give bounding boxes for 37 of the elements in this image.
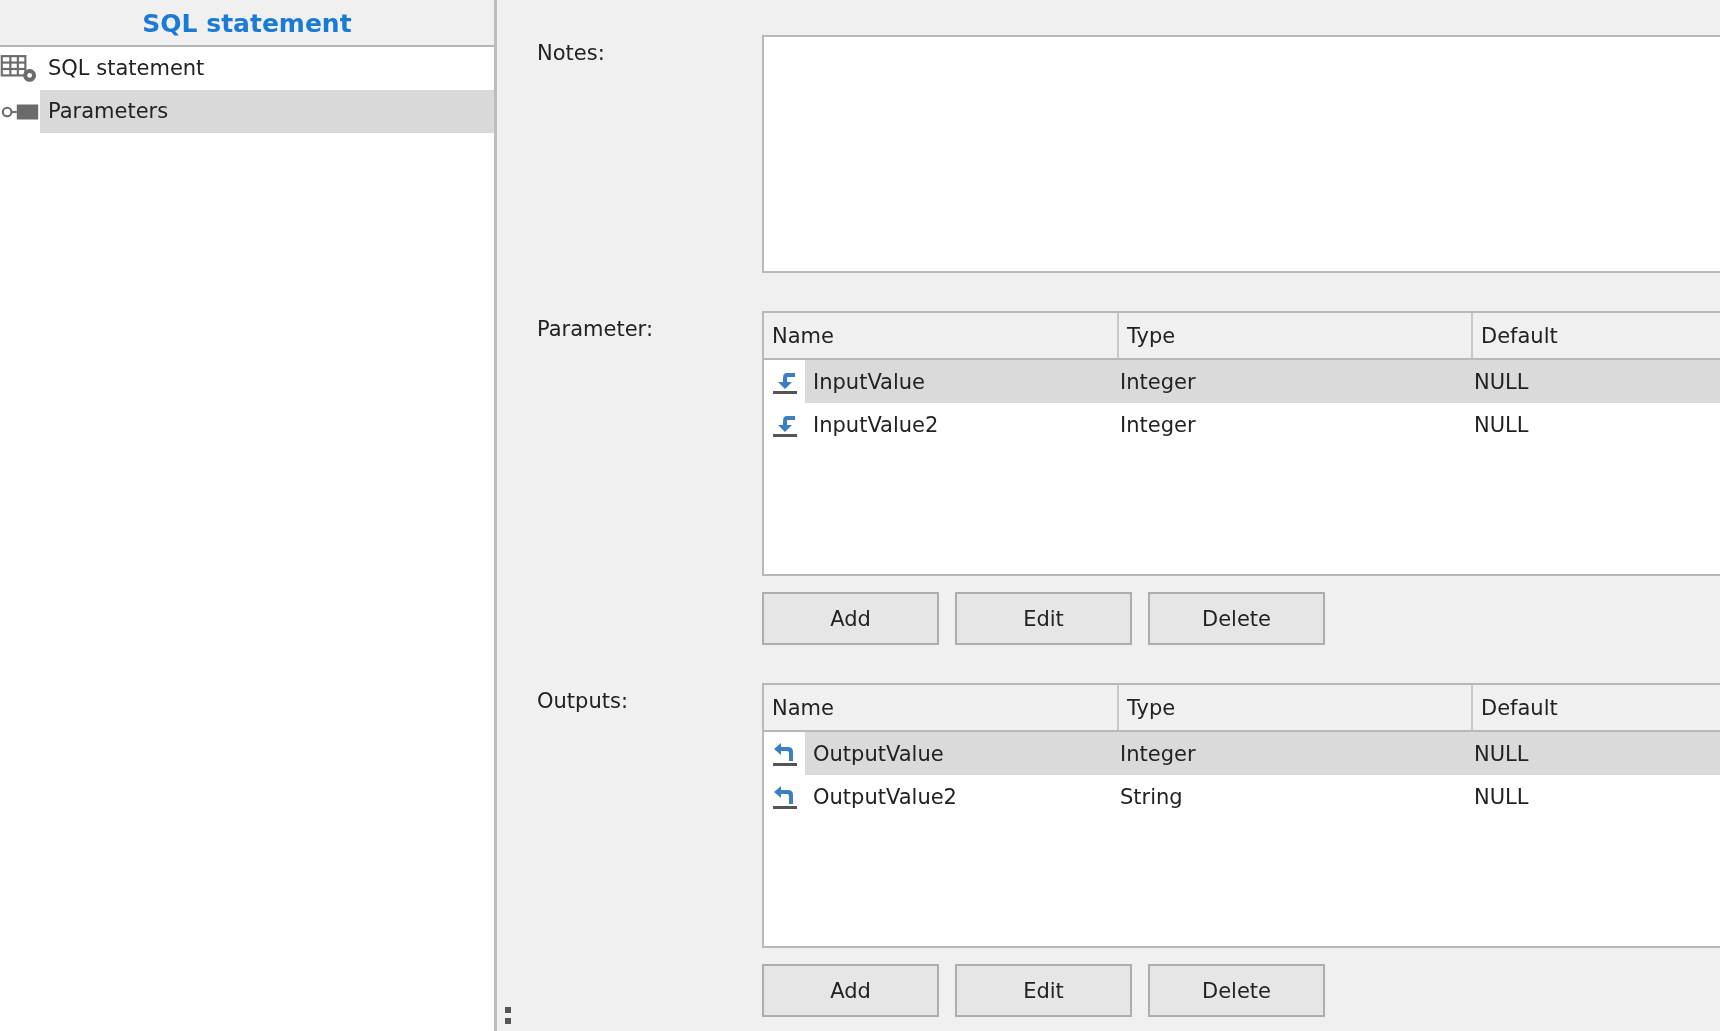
column-header[interactable]: Type	[1119, 313, 1473, 358]
column-header[interactable]: Default	[1473, 313, 1720, 358]
default-cell-text: NULL	[1473, 741, 1530, 766]
column-header[interactable]: Name	[764, 685, 1119, 730]
type-cell-text: Integer	[1119, 741, 1197, 766]
table-row[interactable]: InputValue Integer NULL	[805, 360, 1720, 403]
name-cell-text: InputValue	[812, 369, 927, 394]
name-cell-text: InputValue2	[812, 412, 940, 437]
action-button[interactable]: Add	[762, 964, 939, 1017]
default-cell-text: NULL	[1473, 369, 1530, 394]
type-cell-text: String	[1119, 784, 1184, 809]
type-cell-text: Integer	[1119, 369, 1197, 394]
table-row[interactable]: OutputValue Integer NULL	[805, 732, 1720, 775]
action-button[interactable]: Add	[762, 592, 939, 645]
default-cell-text: NULL	[1473, 784, 1530, 809]
notes-field[interactable]	[762, 35, 1720, 273]
parameters-label: Parameter:	[537, 316, 654, 343]
name-cell-text: OutputValue2	[812, 784, 958, 809]
table-row[interactable]: InputValue2 Integer NULL	[805, 403, 1720, 446]
column-header[interactable]: Type	[1119, 685, 1473, 730]
sidebar-title: SQL statement	[0, 0, 494, 47]
table-row[interactable]: OutputValue2 String NULL	[805, 775, 1720, 818]
name-cell-text: OutputValue	[812, 741, 945, 766]
action-button[interactable]: Delete	[1148, 964, 1325, 1017]
notes-label: Notes:	[537, 40, 606, 67]
tree-item[interactable]: Parameters	[40, 90, 494, 133]
column-header[interactable]: Default	[1473, 685, 1720, 730]
action-button[interactable]: Edit	[955, 592, 1132, 645]
outputs-label: Outputs:	[537, 688, 629, 715]
output-arrow-icon	[771, 783, 799, 810]
type-cell-text: Integer	[1119, 412, 1197, 437]
default-cell-text: NULL	[1473, 412, 1530, 437]
action-button[interactable]: Delete	[1148, 592, 1325, 645]
tree-item[interactable]: SQL statement	[40, 47, 494, 90]
output-arrow-icon	[771, 740, 799, 767]
column-header[interactable]: Name	[764, 313, 1119, 358]
action-button[interactable]: Edit	[955, 964, 1132, 1017]
